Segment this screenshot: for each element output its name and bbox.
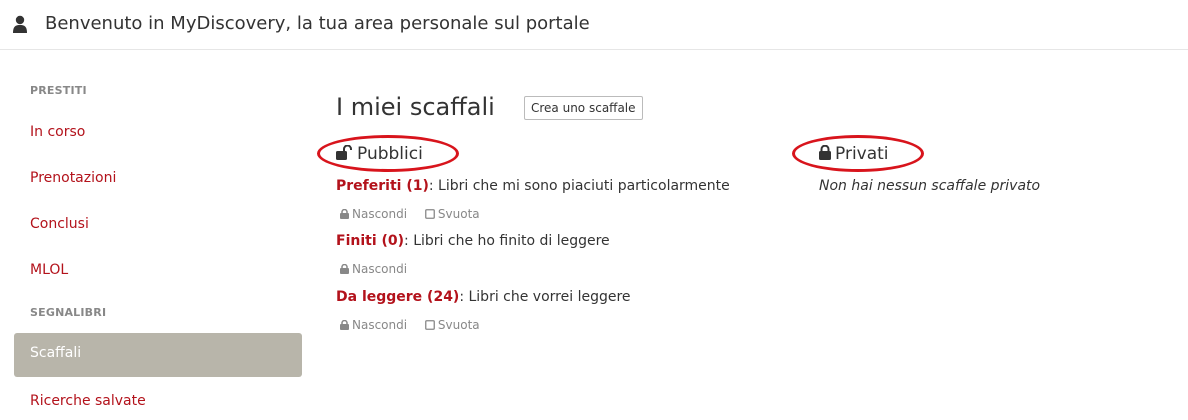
checkbox-icon bbox=[425, 209, 435, 219]
unlock-icon bbox=[336, 144, 352, 160]
empty-label: Svuota bbox=[437, 207, 480, 221]
shelf-actions: Nascondi Svuota bbox=[340, 207, 494, 221]
empty-shelf-button[interactable]: Svuota bbox=[425, 207, 480, 221]
user-icon bbox=[13, 15, 27, 33]
lock-icon bbox=[340, 319, 349, 330]
hide-label: Nascondi bbox=[352, 318, 408, 332]
sidebar-item-label: Scaffali bbox=[30, 345, 82, 361]
sidebar-item-prenotazioni[interactable]: Prenotazioni bbox=[30, 170, 116, 186]
create-shelf-button[interactable]: Crea uno scaffale bbox=[524, 96, 643, 120]
shelves-title: I miei scaffali bbox=[336, 93, 495, 121]
lock-icon bbox=[819, 144, 831, 160]
sidebar-item-conclusi[interactable]: Conclusi bbox=[30, 216, 89, 232]
public-heading-label: Pubblici bbox=[357, 144, 423, 164]
page-title: Benvenuto in MyDiscovery, la tua area pe… bbox=[45, 13, 590, 34]
sidebar-item-scaffali[interactable]: Scaffali bbox=[14, 333, 302, 377]
page-header: Benvenuto in MyDiscovery, la tua area pe… bbox=[0, 0, 1188, 50]
empty-label: Svuota bbox=[437, 318, 480, 332]
shelf-link-preferiti[interactable]: Preferiti (1) bbox=[336, 178, 429, 194]
shelf-link-da-leggere[interactable]: Da leggere (24) bbox=[336, 289, 459, 305]
shelf-actions: Nascondi Svuota bbox=[340, 318, 494, 332]
checkbox-icon bbox=[425, 320, 435, 330]
shelf-description: : Libri che vorrei leggere bbox=[459, 289, 631, 305]
hide-shelf-button[interactable]: Nascondi bbox=[340, 207, 407, 221]
shelf-link-finiti[interactable]: Finiti (0) bbox=[336, 233, 404, 249]
private-heading-label: Privati bbox=[835, 144, 889, 164]
lock-icon bbox=[340, 263, 349, 274]
sidebar-item-mlol[interactable]: MLOL bbox=[30, 262, 68, 278]
public-shelves-heading: Pubblici bbox=[336, 144, 423, 164]
shelf-item: Da leggere (24): Libri che vorrei legger… bbox=[336, 289, 631, 305]
shelf-item: Finiti (0): Libri che ho finito di legge… bbox=[336, 233, 610, 249]
hide-label: Nascondi bbox=[352, 207, 408, 221]
hide-shelf-button[interactable]: Nascondi bbox=[340, 318, 407, 332]
shelf-actions: Nascondi bbox=[340, 262, 421, 276]
sidebar-section-prestiti: PRESTITI bbox=[30, 84, 87, 97]
hide-label: Nascondi bbox=[352, 262, 408, 276]
sidebar-item-in-corso[interactable]: In corso bbox=[30, 124, 85, 140]
shelf-description: : Libri che mi sono piaciuti particolarm… bbox=[428, 178, 730, 194]
lock-icon bbox=[340, 208, 349, 219]
hide-shelf-button[interactable]: Nascondi bbox=[340, 262, 407, 276]
shelf-item: Preferiti (1): Libri che mi sono piaciut… bbox=[336, 178, 730, 194]
empty-shelf-button[interactable]: Svuota bbox=[425, 318, 480, 332]
private-empty-message: Non hai nessun scaffale privato bbox=[819, 178, 1041, 194]
sidebar-item-ricerche-salvate[interactable]: Ricerche salvate bbox=[30, 393, 146, 409]
shelf-description: : Libri che ho finito di leggere bbox=[404, 233, 610, 249]
sidebar-section-segnalibri: SEGNALIBRI bbox=[30, 306, 107, 319]
private-shelves-heading: Privati bbox=[819, 144, 889, 164]
